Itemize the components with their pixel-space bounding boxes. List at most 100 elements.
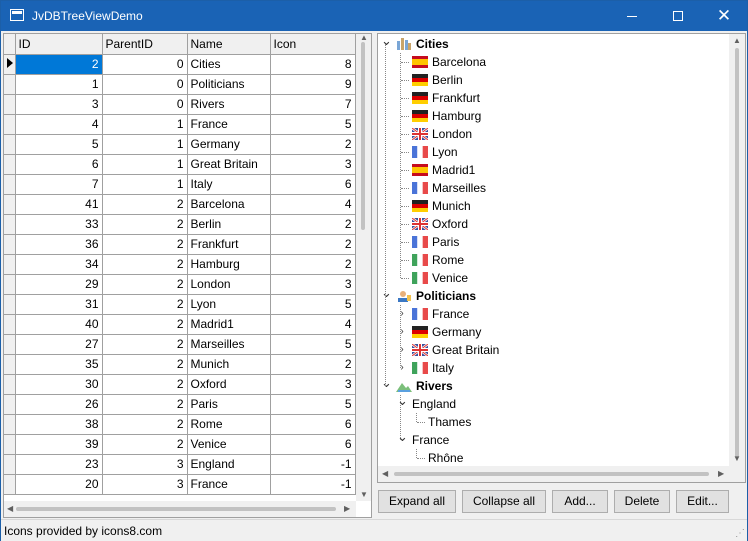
grid-hscroll-thumb[interactable] [16,507,336,511]
column-header-name[interactable]: Name [187,34,271,55]
tree-node-label[interactable]: Thames [428,413,471,431]
cell-parentid[interactable]: 1 [102,134,188,155]
column-header-parentid[interactable]: ParentID [102,34,188,55]
close-button[interactable]: ✕ [701,1,747,31]
cell-icon[interactable]: 3 [270,274,356,295]
row-indicator[interactable] [4,114,16,135]
table-row[interactable]: 2 0 Cities 8 [4,54,356,75]
cell-icon[interactable]: 5 [270,334,356,355]
scroll-up-icon[interactable]: ▲ [733,36,741,45]
tree-node[interactable]: › Italy [378,359,728,377]
tree-node-label[interactable]: Lyon [432,143,458,161]
table-row[interactable]: 7 1 Italy 6 [4,174,356,195]
maximize-button[interactable] [655,1,701,31]
cell-name[interactable]: Oxford [187,374,271,395]
tree-node[interactable]: › Germany [378,323,728,341]
cell-parentid[interactable]: 2 [102,354,188,375]
title-bar[interactable]: JvDBTreeViewDemo ✕ [1,1,747,31]
cell-name[interactable]: Marseilles [187,334,271,355]
row-indicator[interactable] [4,374,16,395]
cell-parentid[interactable]: 1 [102,174,188,195]
minimize-button[interactable] [609,1,655,31]
cell-icon[interactable]: 6 [270,414,356,435]
tree-node-label[interactable]: England [412,395,456,413]
cell-parentid[interactable]: 2 [102,394,188,415]
cell-name[interactable]: Madrid1 [187,314,271,335]
column-header-id[interactable]: ID [15,34,103,55]
chevron-down-icon[interactable]: ⌄ [381,34,392,53]
cell-parentid[interactable]: 0 [102,74,188,95]
cell-name[interactable]: Cities [187,54,271,75]
chevron-down-icon[interactable]: ⌄ [397,430,408,449]
chevron-right-icon[interactable]: › [397,359,407,377]
cell-icon[interactable]: 3 [270,154,356,175]
tree-node[interactable]: › France [378,305,728,323]
cell-name[interactable]: France [187,114,271,135]
cell-icon[interactable]: 2 [270,134,356,155]
cell-id[interactable]: 20 [15,474,103,495]
cell-id[interactable]: 1 [15,74,103,95]
chevron-down-icon[interactable]: ⌄ [381,376,392,395]
tree-node[interactable]: Paris [378,233,728,251]
row-indicator[interactable] [4,414,16,435]
table-row[interactable]: 29 2 London 3 [4,274,356,295]
cell-name[interactable]: Politicians [187,74,271,95]
cell-icon[interactable]: -1 [270,474,356,495]
chevron-down-icon[interactable]: ⌄ [381,286,392,305]
table-row[interactable]: 23 3 England -1 [4,454,356,475]
table-row[interactable]: 36 2 Frankfurt 2 [4,234,356,255]
cell-icon[interactable]: 8 [270,54,356,75]
table-row[interactable]: 39 2 Venice 6 [4,434,356,455]
row-indicator[interactable] [4,94,16,115]
cell-id[interactable]: 31 [15,294,103,315]
tree-node[interactable]: Lyon [378,143,728,161]
scroll-right-icon[interactable]: ▶ [344,504,350,513]
cell-icon[interactable]: 5 [270,394,356,415]
cell-icon[interactable]: 3 [270,374,356,395]
tree-node[interactable]: Hamburg [378,107,728,125]
row-indicator[interactable] [4,334,16,355]
table-row[interactable]: 38 2 Rome 6 [4,414,356,435]
cell-icon[interactable]: 2 [270,234,356,255]
chevron-down-icon[interactable]: ⌄ [397,394,408,413]
table-row[interactable]: 3 0 Rivers 7 [4,94,356,115]
row-indicator[interactable] [4,134,16,155]
row-indicator[interactable] [4,314,16,335]
cell-icon[interactable]: 2 [270,214,356,235]
cell-name[interactable]: London [187,274,271,295]
cell-name[interactable]: Italy [187,174,271,195]
cell-name[interactable]: Venice [187,434,271,455]
table-row[interactable]: 40 2 Madrid1 4 [4,314,356,335]
cell-id[interactable]: 35 [15,354,103,375]
tree-node[interactable]: Munich [378,197,728,215]
tree-node[interactable]: Rome [378,251,728,269]
row-indicator[interactable] [4,394,16,415]
cell-icon[interactable]: 5 [270,114,356,135]
row-indicator[interactable] [4,74,16,95]
cell-parentid[interactable]: 3 [102,474,188,495]
delete-button[interactable]: Delete [614,490,670,513]
row-indicator[interactable] [4,214,16,235]
db-grid[interactable]: ID ParentID Name Icon 2 0 Cities 8 1 0 Politic… [3,33,372,518]
cell-id[interactable]: 36 [15,234,103,255]
tree-node[interactable]: Oxford [378,215,728,233]
table-row[interactable]: 35 2 Munich 2 [4,354,356,375]
cell-parentid[interactable]: 2 [102,274,188,295]
cell-id[interactable]: 26 [15,394,103,415]
cell-id[interactable]: 33 [15,214,103,235]
tree-horizontal-scrollbar[interactable]: ◀ ▶ [378,466,729,482]
cell-parentid[interactable]: 1 [102,154,188,175]
tree-node[interactable]: Thames [378,413,728,431]
cell-id[interactable]: 29 [15,274,103,295]
collapse-all-button[interactable]: Collapse all [462,490,546,513]
table-row[interactable]: 6 1 Great Britain 3 [4,154,356,175]
table-row[interactable]: 31 2 Lyon 5 [4,294,356,315]
row-indicator[interactable] [4,294,16,315]
expand-all-button[interactable]: Expand all [378,490,456,513]
cell-name[interactable]: Rome [187,414,271,435]
table-row[interactable]: 5 1 Germany 2 [4,134,356,155]
tree-node-label[interactable]: Berlin [432,71,463,89]
cell-parentid[interactable]: 2 [102,314,188,335]
tree-node[interactable]: Barcelona [378,53,728,71]
tree-node[interactable]: Madrid1 [378,161,728,179]
